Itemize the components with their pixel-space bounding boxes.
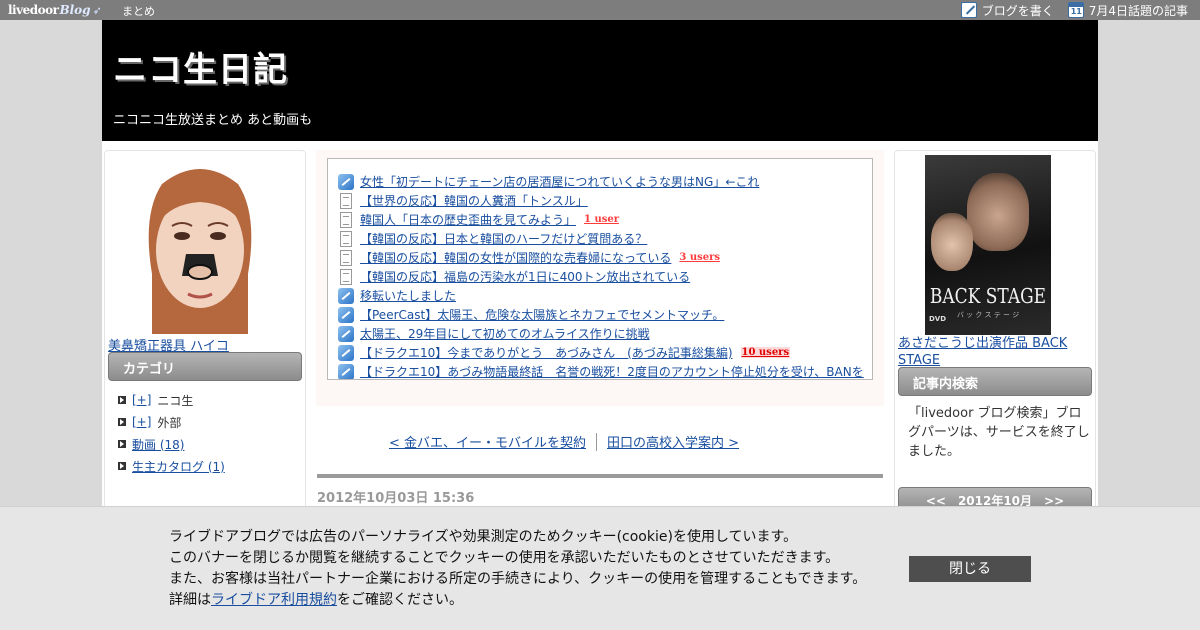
related-link-item: 太陽王、29年目にして初めてのオムライス作りに挑戦 (338, 324, 864, 343)
related-link[interactable]: 移転いたしました (360, 287, 456, 304)
dvd-caption-link[interactable]: あさだこうじ出演作品 BACK STAGE (898, 335, 1094, 369)
feed-icon (338, 173, 354, 190)
related-link-item: 【韓国の反応】韓国の女性が国際的な売春婦になっている 3 users (338, 248, 864, 267)
backstage-dvd-cover[interactable]: BACK STAGE バ ッ ク ス テ ー ジ DVD (925, 155, 1051, 335)
bookmark-users-badge[interactable]: 10 users (740, 347, 791, 358)
category-heading: カテゴリ (108, 352, 302, 381)
post-divider (317, 474, 883, 478)
related-links-box[interactable]: 女性「初デートにチェーン店の居酒屋につれていくような男はNG」←これ 【世界の反応… (327, 158, 873, 380)
feed-icon (338, 344, 354, 361)
category-link[interactable]: 生主カタログ (1) (132, 458, 225, 475)
category-label: 外部 (157, 415, 182, 430)
related-link-item: 【韓国の反応】日本と韓国のハーフだけど質問ある？ (338, 229, 864, 248)
livedoor-topbar: livedoor Blog ➶ まとめ ブログを書く 11 7月4日話題の記事 (0, 0, 1200, 20)
related-link[interactable]: 【韓国の反応】韓国の女性が国際的な売春婦になっている (360, 249, 671, 266)
feed-icon (338, 306, 354, 323)
related-link[interactable]: 【韓国の反応】福島の汚染水が1日に400トン放出されている (360, 268, 690, 285)
related-link[interactable]: 【ドラクエ10】今までありがとう あづみさん (あづみ記事総集編) (360, 344, 733, 361)
page-icon (340, 268, 352, 285)
category-item: [+] 外部 (118, 411, 225, 433)
dvd-title: BACK STAGE (929, 285, 1047, 309)
related-links-list: 女性「初デートにチェーン店の居酒屋につれていくような男はNG」←これ 【世界の反応… (338, 172, 864, 379)
dvd-logo: DVD (929, 315, 947, 323)
post-pager: < 金バエ、イー・モバイルを契約 田口の高校入学案内 > (389, 432, 739, 451)
bookmark-users-badge[interactable]: 3 users (679, 252, 720, 263)
related-link[interactable]: 【韓国の反応】日本と韓国のハーフだけど質問ある？ (360, 230, 647, 247)
related-link[interactable]: 【世界の反応】韓国の人糞酒「トンスル」 (360, 192, 588, 209)
topic-articles-link[interactable]: 11 7月4日話題の記事 (1067, 2, 1188, 19)
calendar-icon: 11 (1067, 2, 1084, 18)
category-item: 生主カタログ (1) (118, 455, 225, 477)
related-link[interactable]: 【ドラクエ10】あづみ物語最終話 名誉の戦死！2度目のアカウント停止処分を受け、… (360, 363, 864, 379)
bullet-arrow-icon (118, 462, 126, 470)
related-link[interactable]: 韓国人「日本の歴史歪曲を見てみよう」 (360, 211, 576, 228)
related-link[interactable]: 女性「初デートにチェーン店の居酒屋につれていくような男はNG」←これ (360, 173, 759, 190)
cookie-text: ライブドアブログでは広告のパーソナライズや効果測定のためクッキー(cookie)… (169, 527, 866, 611)
feed-icon (338, 325, 354, 342)
livedoor-blog-logo[interactable]: livedoor Blog ➶ (8, 1, 102, 19)
cookie-line: このバナーを閉じるか閲覧を継続することでクッキーの使用を承認いただいたものとさせ… (169, 550, 840, 566)
related-link-item: 【韓国の反応】福島の汚染水が1日に400トン放出されている (338, 267, 864, 286)
cookie-close-button[interactable]: 閉じる (909, 556, 1031, 582)
related-link-item: 韓国人「日本の歴史歪曲を見てみよう」 1 user (338, 210, 864, 229)
post-date: 2012年10月03日 15:36 (317, 491, 475, 506)
category-toggle[interactable]: [+] (132, 393, 151, 407)
logo-livedoor-text: livedoor (8, 3, 59, 17)
related-link[interactable]: 【PeerCast】太陽王、危険な太陽族とネカフェでセメントマッチ。 (360, 306, 724, 323)
cookie-line: また、お客様は当社パートナー企業における所定の手続きにより、クッキーの使用を管理… (169, 571, 867, 587)
page-icon (340, 192, 352, 209)
write-blog-link[interactable]: ブログを書く (960, 2, 1054, 19)
write-pencil-icon (960, 2, 977, 18)
related-link-item: 移転いたしました (338, 286, 864, 305)
category-label: ニコ生 (157, 393, 194, 408)
nose-corrector-photo[interactable] (112, 154, 288, 334)
related-link-item: 【世界の反応】韓国の人糞酒「トンスル」 (338, 191, 864, 210)
cookie-line: ライブドアブログでは広告のパーソナライズや効果測定のためクッキー(cookie)… (169, 529, 798, 545)
related-link-item: 女性「初デートにチェーン店の居酒屋につれていくような男はNG」←これ (338, 172, 864, 191)
related-link-item: 【PeerCast】太陽王、危険な太陽族とネカフェでセメントマッチ。 (338, 305, 864, 324)
category-toggle[interactable]: [+] (132, 415, 151, 429)
matome-link[interactable]: まとめ (122, 3, 155, 19)
bookmark-users-badge[interactable]: 1 user (584, 214, 619, 225)
category-item: [+] ニコ生 (118, 389, 225, 411)
category-list: [+] ニコ生 [+] 外部 動画 (18) 生主カタログ (1) (118, 389, 225, 477)
search-service-notice: 「livedoor ブログ検索」ブログパーツは、サービスを終了しました。 (908, 406, 1090, 459)
page-icon (340, 249, 352, 266)
page-icon (340, 230, 352, 247)
logo-blog-text: Blog (59, 3, 91, 17)
feed-icon (338, 287, 354, 304)
next-post-link[interactable]: 田口の高校入学案内 > (607, 432, 739, 451)
category-link[interactable]: 動画 (18) (132, 436, 184, 453)
bullet-arrow-icon (118, 396, 126, 404)
cookie-banner: ライブドアブログでは広告のパーソナライズや効果測定のためクッキー(cookie)… (0, 506, 1200, 630)
related-link[interactable]: 太陽王、29年目にして初めてのオムライス作りに挑戦 (360, 325, 650, 342)
related-link-item: 【ドラクエ10】あづみ物語最終話 名誉の戦死！2度目のアカウント停止処分を受け、… (338, 362, 864, 379)
cookie-line: 詳細はライブドア利用規約をご確認ください。 (169, 592, 463, 608)
dvd-actress-image (931, 213, 973, 271)
related-link-item: 【ドラクエ10】今までありがとう あづみさん (あづみ記事総集編) 10 user… (338, 343, 864, 362)
category-item: 動画 (18) (118, 433, 225, 455)
topic-articles-label: 7月4日話題の記事 (1088, 3, 1188, 18)
search-heading: 記事内検索 (898, 367, 1092, 396)
page-icon (340, 211, 352, 228)
blog-description: ニコニコ生放送まとめ あと動画も (113, 113, 313, 128)
write-blog-label: ブログを書く (981, 3, 1054, 18)
dvd-actor-image (967, 173, 1029, 251)
bullet-arrow-icon (118, 440, 126, 448)
terms-link[interactable]: ライブドア利用規約 (211, 592, 337, 608)
pager-divider (596, 432, 598, 451)
bullet-arrow-icon (118, 418, 126, 426)
blog-title[interactable]: ニコ生日記 (113, 42, 288, 91)
prev-post-link[interactable]: < 金バエ、イー・モバイルを契約 (389, 432, 586, 451)
logo-wing-icon: ➶ (92, 3, 102, 17)
blog-header: ニコ生日記 ニコニコ生放送まとめ あと動画も (102, 20, 1098, 141)
feed-icon (338, 363, 354, 379)
